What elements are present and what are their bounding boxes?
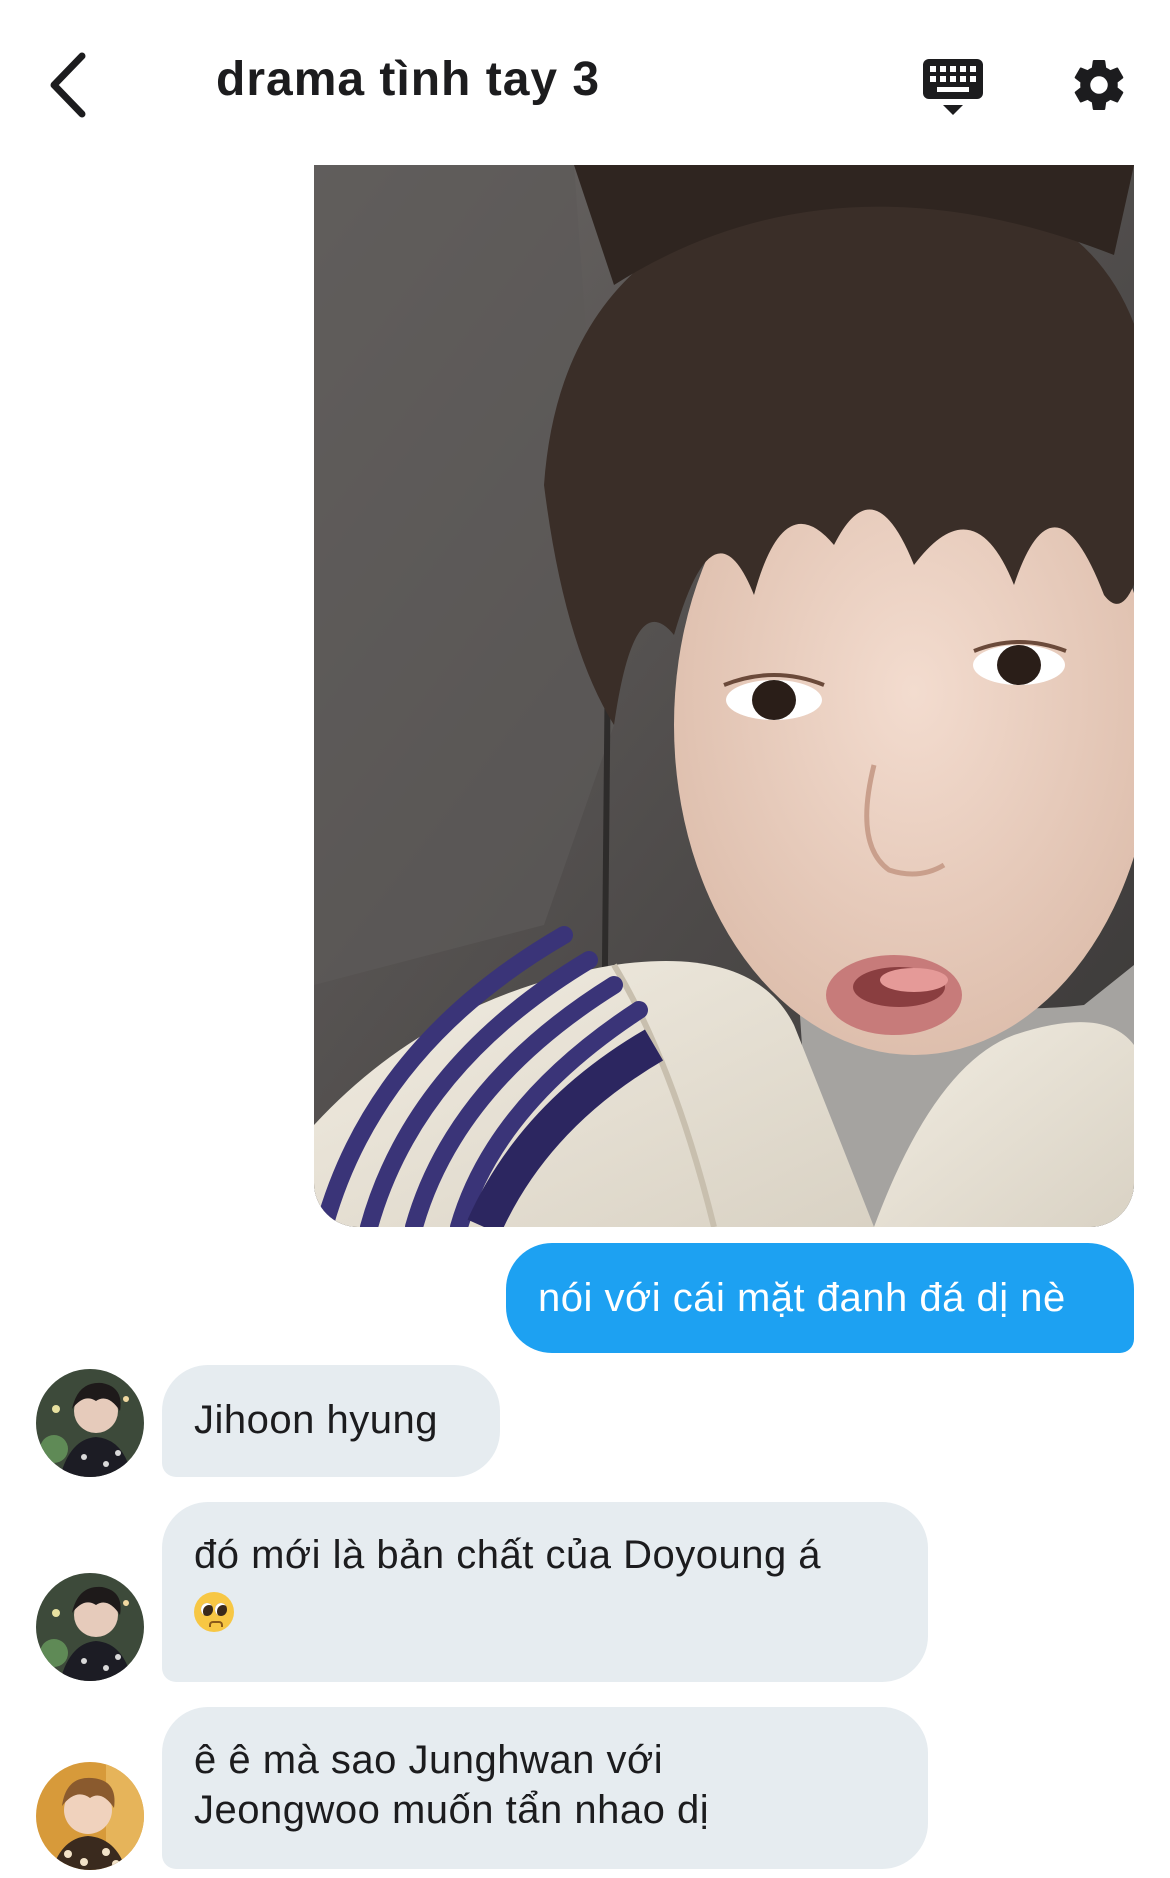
message-text-line-2: Jeongwoo muốn tẩn nhao dị [194, 1788, 710, 1832]
message-text: nói với cái mặt đanh đá dị nè [538, 1276, 1066, 1320]
sender-avatar[interactable] [36, 1369, 144, 1477]
incoming-message-bubble[interactable]: Jihoon hyung [162, 1365, 500, 1477]
chat-header: drama tình tay 3 [0, 0, 1170, 165]
incoming-message-bubble[interactable]: đó mới là bản chất của Doyoung á [162, 1502, 928, 1682]
sender-avatar[interactable] [36, 1762, 144, 1870]
pleading-face-emoji [194, 1592, 234, 1633]
keyboard-icon [923, 59, 983, 115]
incoming-message-bubble[interactable]: ê ê mà sao Junghwan với Jeongwoo muốn tẩ… [162, 1707, 928, 1869]
outgoing-message-bubble[interactable]: nói với cái mặt đanh đá dị nè [506, 1243, 1134, 1353]
back-button[interactable] [30, 45, 105, 125]
gear-icon [1074, 59, 1124, 110]
avatar-photo [36, 1762, 144, 1870]
message-text-line-1: ê ê mà sao Junghwan với [194, 1738, 664, 1782]
message-text: đó mới là bản chất của Doyoung á [194, 1533, 822, 1577]
avatar-photo [36, 1573, 144, 1681]
settings-button[interactable] [1064, 50, 1134, 120]
message-text: Jihoon hyung [194, 1398, 438, 1442]
avatar-photo [36, 1369, 144, 1477]
photo-message[interactable] [314, 165, 1134, 1227]
conversation-title[interactable]: drama tình tay 3 [216, 52, 600, 107]
keyboard-button[interactable] [918, 52, 988, 122]
sender-avatar[interactable] [36, 1573, 144, 1681]
chevron-left-icon [50, 52, 85, 118]
selfie-photo [314, 165, 1134, 1227]
